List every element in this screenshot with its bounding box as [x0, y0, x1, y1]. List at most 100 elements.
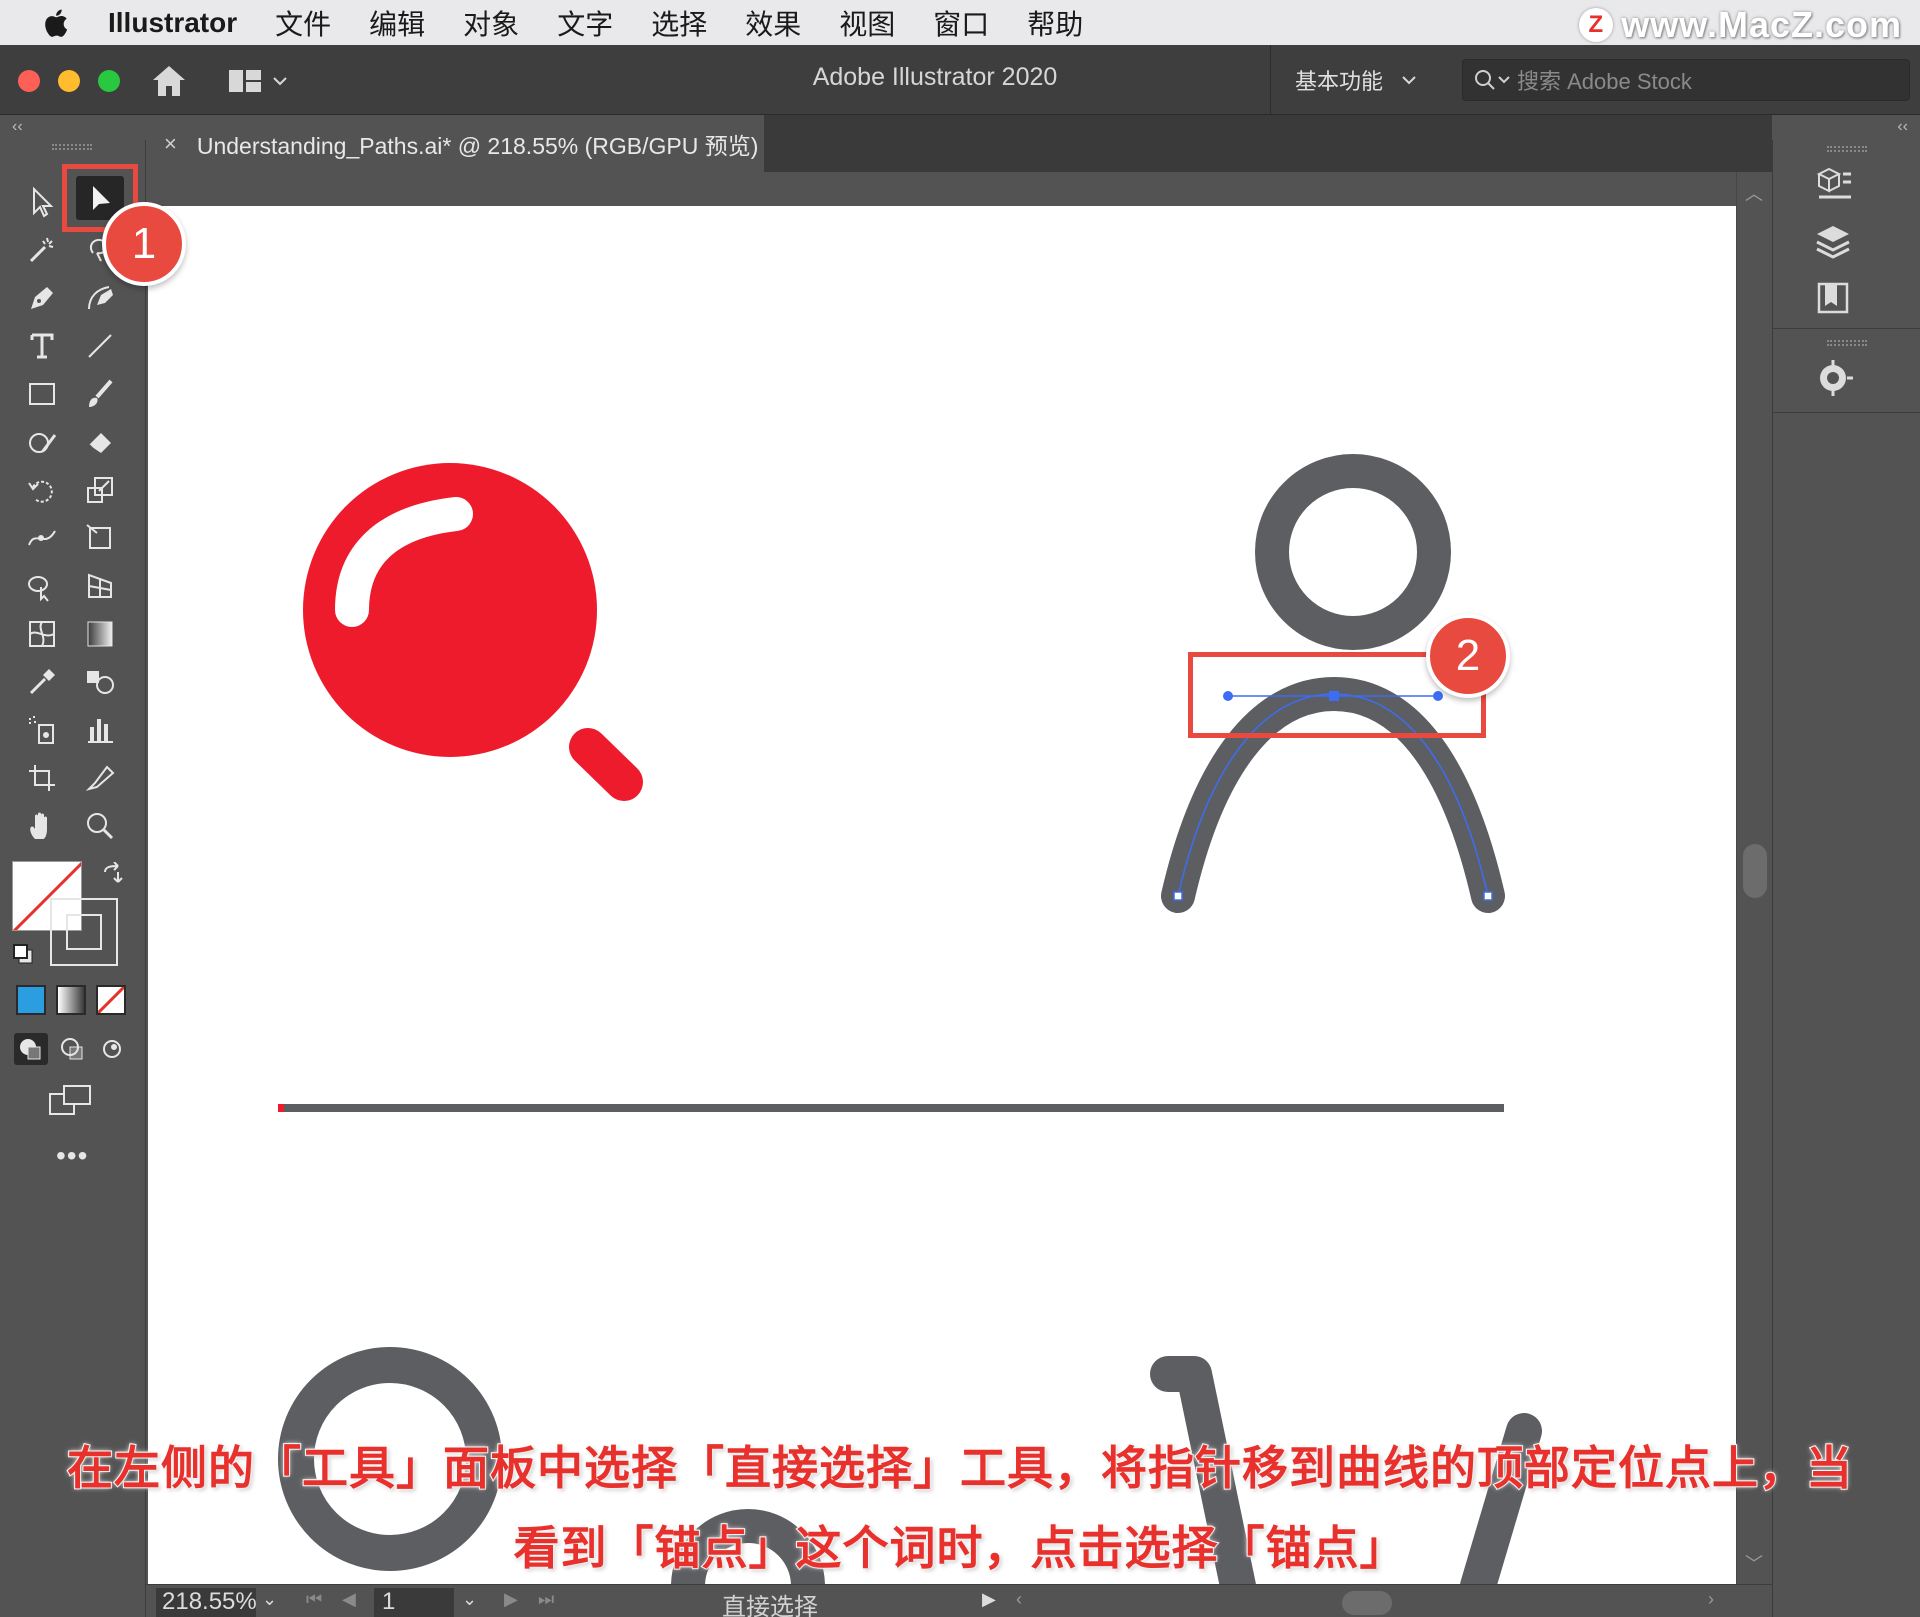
draw-normal-button[interactable] [14, 1033, 48, 1065]
width-tool-icon[interactable] [18, 516, 66, 560]
document-tab-bar: × Understanding_Paths.ai* @ 218.55% (RGB… [146, 115, 1772, 172]
zoom-tool-icon[interactable] [76, 804, 124, 848]
screen-mode-icon [49, 1085, 91, 1115]
apple-icon[interactable] [40, 7, 70, 39]
libraries-panel-icon[interactable] [1813, 276, 1857, 320]
stock-search-input[interactable]: 搜索 Adobe Stock [1462, 59, 1910, 101]
menu-file[interactable]: 文件 [275, 3, 331, 43]
first-artboard-icon[interactable]: ⏮ [306, 1589, 322, 1610]
watermark-text: www.MacZ.com [1621, 4, 1902, 45]
curvature-tool-icon[interactable] [76, 276, 124, 320]
vertical-scroll-thumb[interactable] [1743, 844, 1767, 898]
canvas-area[interactable] [146, 172, 1736, 1584]
collapse-panels-icon[interactable]: ‹‹ [1897, 118, 1908, 136]
close-tab-icon[interactable]: × [164, 131, 177, 157]
line-segment-tool-icon[interactable] [76, 324, 124, 368]
gradient-mode-button[interactable] [56, 985, 86, 1015]
previous-artboard-icon[interactable]: ◀ [342, 1589, 356, 1610]
rectangle-tool-icon[interactable] [18, 372, 66, 416]
panel-dock [1772, 140, 1920, 1617]
scroll-right-icon[interactable]: › [1708, 1589, 1714, 1610]
workspace-switcher[interactable]: 基本功能 [1270, 45, 1417, 115]
mesh-tool-icon[interactable] [18, 612, 66, 656]
chevron-down-icon[interactable]: ⌄ [262, 1589, 277, 1610]
document-tab[interactable]: × Understanding_Paths.ai* @ 218.55% (RGB… [146, 115, 764, 172]
step-badge-1: 1 [102, 202, 186, 286]
menu-object[interactable]: 对象 [463, 3, 519, 43]
chevron-down-icon [1402, 76, 1416, 85]
column-graph-tool-icon[interactable] [76, 708, 124, 752]
status-menu-icon[interactable]: ▶ [982, 1589, 996, 1610]
menu-app-name[interactable]: Illustrator [108, 7, 237, 39]
scroll-left-icon[interactable]: ‹ [1016, 1589, 1022, 1610]
artwork [278, 454, 1542, 1584]
collapse-toolbar-icon[interactable]: ‹‹ [12, 118, 23, 136]
anchor-point-right [1483, 891, 1493, 901]
artboard[interactable] [148, 206, 1736, 1584]
current-tool-status: 直接选择 [722, 1594, 818, 1617]
scroll-up-icon[interactable]: ︿ [1745, 180, 1763, 206]
slice-tool-icon[interactable] [76, 756, 124, 800]
default-fill-stroke-icon[interactable] [12, 943, 34, 965]
stroke-swatch[interactable] [50, 898, 118, 966]
free-transform-tool-icon[interactable] [76, 516, 124, 560]
last-artboard-icon[interactable]: ⏭ [538, 1589, 554, 1610]
watermark-logo: Z [1579, 8, 1614, 42]
pen-tool-icon[interactable] [18, 276, 66, 320]
draw-behind-button[interactable] [56, 1033, 90, 1065]
menu-select[interactable]: 选择 [651, 3, 707, 43]
properties-panel-icon[interactable] [1813, 164, 1857, 208]
edit-toolbar-icon[interactable]: ••• [56, 1140, 88, 1172]
shaper-tool-icon[interactable] [18, 420, 66, 464]
menu-edit[interactable]: 编辑 [369, 3, 425, 43]
panel-separator [1773, 328, 1920, 329]
menu-type[interactable]: 文字 [557, 3, 613, 43]
magic-wand-tool-icon[interactable] [18, 228, 66, 272]
blend-tool-icon[interactable] [76, 660, 124, 704]
chevron-down-icon[interactable]: ⌄ [462, 1589, 477, 1610]
vertical-scrollbar[interactable]: ︿ ﹀ [1736, 172, 1772, 1584]
menu-effect[interactable]: 效果 [745, 3, 801, 43]
panel-dock-grip[interactable] [1827, 340, 1867, 346]
next-artboard-icon[interactable]: ▶ [504, 1589, 518, 1610]
recolor-panel-icon[interactable] [1813, 356, 1857, 400]
none-swatch-icon [98, 987, 124, 1013]
none-mode-button[interactable] [96, 985, 126, 1015]
document-tab-title: Understanding_Paths.ai* @ 218.55% (RGB/G… [196, 132, 759, 159]
status-bar: 218.55% ⌄ ⏮ ◀ 1 ⌄ ▶ ⏭ 直接选择 ▶ ‹ › [146, 1584, 1772, 1617]
draw-inside-button[interactable] [96, 1033, 130, 1065]
color-mode-button[interactable] [16, 985, 46, 1015]
shape-builder-tool-icon[interactable] [18, 564, 66, 608]
magnifier-handle-shape [569, 728, 643, 801]
symbol-sprayer-tool-icon[interactable] [18, 708, 66, 752]
hand-tool-icon[interactable] [18, 804, 66, 848]
panel-dock-grip[interactable] [1827, 146, 1867, 152]
artboard-number-field[interactable]: 1 [374, 1588, 454, 1617]
paintbrush-tool-icon[interactable] [76, 372, 124, 416]
artboard-tool-icon[interactable] [18, 756, 66, 800]
change-screen-mode-button[interactable] [48, 1082, 94, 1118]
draw-inside-icon [103, 1040, 121, 1058]
stock-search-placeholder: 搜索 Adobe Stock [1517, 69, 1692, 94]
menu-help[interactable]: 帮助 [1027, 3, 1083, 43]
draw-normal-icon [20, 1039, 41, 1060]
menu-view[interactable]: 视图 [839, 3, 895, 43]
layers-panel-icon[interactable] [1813, 220, 1857, 264]
eraser-tool-icon[interactable] [76, 420, 124, 464]
selection-tool-icon[interactable] [18, 180, 66, 224]
swap-fill-stroke-icon[interactable] [100, 862, 126, 888]
zoom-level-field[interactable]: 218.55% [156, 1588, 256, 1617]
caption-line-2: 看到「锚点」这个词时，点击选择「锚点」 [513, 1521, 1407, 1575]
tools-panel-grip[interactable] [52, 144, 92, 150]
scale-tool-icon[interactable] [76, 468, 124, 512]
perspective-grid-tool-icon[interactable] [76, 564, 124, 608]
gradient-tool-icon[interactable] [76, 612, 124, 656]
panel-separator [1773, 412, 1920, 413]
eyedropper-tool-icon[interactable] [18, 660, 66, 704]
line-start-anchor [278, 1104, 284, 1112]
menu-window[interactable]: 窗口 [933, 3, 989, 43]
horizontal-scroll-thumb[interactable] [1342, 1591, 1392, 1615]
rotate-tool-icon[interactable] [18, 468, 66, 512]
workspace-label: 基本功能 [1295, 69, 1384, 94]
type-tool-icon[interactable] [18, 324, 66, 368]
